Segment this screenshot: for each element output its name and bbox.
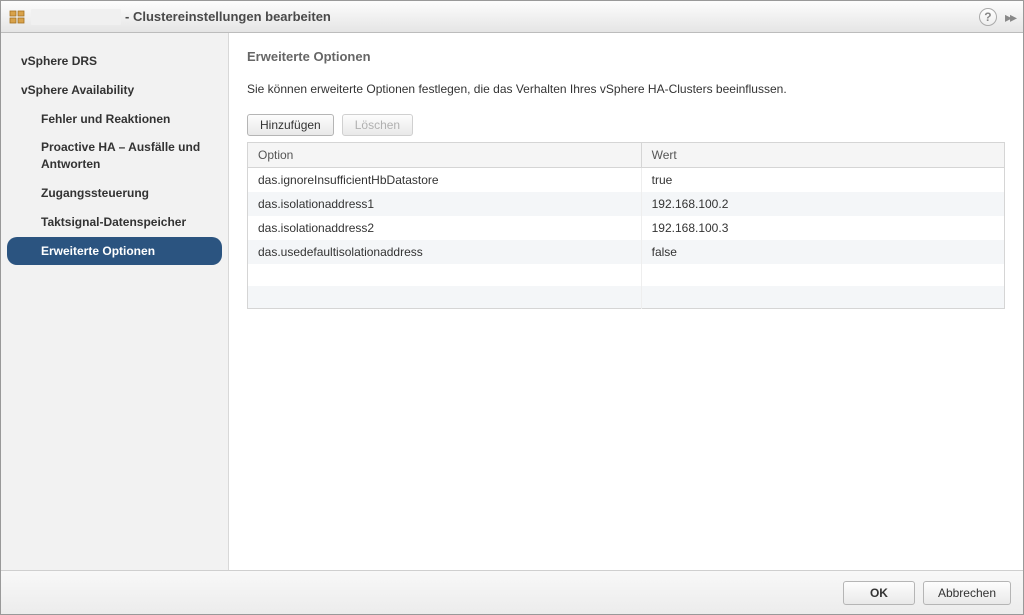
delete-button: Löschen — [342, 114, 413, 136]
dialog-footer: OK Abbrechen — [1, 570, 1023, 614]
ok-button[interactable]: OK — [843, 581, 915, 605]
titlebar: - Clustereinstellungen bearbeiten ? ▸▸ — [1, 1, 1023, 33]
titlebar-right-icons: ? ▸▸ — [979, 1, 1015, 33]
dialog-body: vSphere DRS vSphere Availability Fehler … — [1, 33, 1023, 570]
cancel-button[interactable]: Abbrechen — [923, 581, 1011, 605]
column-header-option[interactable]: Option — [248, 143, 642, 168]
table-row[interactable]: das.ignoreInsufficientHbDatastore true — [248, 168, 1005, 193]
content-heading: Erweiterte Optionen — [247, 49, 1005, 64]
cell-wert: 192.168.100.2 — [641, 192, 1004, 216]
sidebar-item-label: vSphere Availability — [21, 83, 134, 97]
cell-wert: false — [641, 240, 1004, 264]
add-button[interactable]: Hinzufügen — [247, 114, 334, 136]
options-table: Option Wert das.ignoreInsufficientHbData… — [247, 142, 1005, 309]
sidebar-item-advanced[interactable]: Erweiterte Optionen — [7, 237, 222, 266]
sidebar-item-heartbeat[interactable]: Taktsignal-Datenspeicher — [1, 208, 228, 237]
cluster-icon — [9, 9, 25, 25]
button-row: Hinzufügen Löschen — [247, 114, 1005, 136]
dialog: - Clustereinstellungen bearbeiten ? ▸▸ v… — [0, 0, 1024, 615]
help-icon[interactable]: ? — [979, 8, 997, 26]
cell-wert: 192.168.100.3 — [641, 216, 1004, 240]
sidebar-item-admission[interactable]: Zugangssteuerung — [1, 179, 228, 208]
sidebar-item-drs[interactable]: vSphere DRS — [1, 47, 228, 76]
cell-option: das.isolationaddress2 — [248, 216, 642, 240]
sidebar-item-label: vSphere DRS — [21, 54, 97, 68]
sidebar-item-failures[interactable]: Fehler und Reaktionen — [1, 105, 228, 134]
sidebar-item-proactive-ha[interactable]: Proactive HA – Ausfälle und Antworten — [1, 133, 228, 179]
expand-icon[interactable]: ▸▸ — [1005, 9, 1015, 26]
content-pane: Erweiterte Optionen Sie können erweitert… — [229, 33, 1023, 570]
cluster-name-redacted — [31, 9, 121, 25]
dialog-title: - Clustereinstellungen bearbeiten — [125, 9, 331, 24]
sidebar-item-label: Taktsignal-Datenspeicher — [41, 215, 186, 229]
table-row[interactable]: das.isolationaddress1 192.168.100.2 — [248, 192, 1005, 216]
cell-option: das.ignoreInsufficientHbDatastore — [248, 168, 642, 193]
sidebar-item-label: Fehler und Reaktionen — [41, 112, 170, 126]
cell-option: das.usedefaultisolationaddress — [248, 240, 642, 264]
content-description: Sie können erweiterte Optionen festlegen… — [247, 82, 1005, 96]
sidebar-item-label: Erweiterte Optionen — [41, 244, 155, 258]
table-row-empty — [248, 264, 1005, 286]
table-row[interactable]: das.usedefaultisolationaddress false — [248, 240, 1005, 264]
table-row[interactable]: das.isolationaddress2 192.168.100.3 — [248, 216, 1005, 240]
sidebar-item-label: Proactive HA – Ausfälle und Antworten — [41, 140, 200, 171]
sidebar-item-availability[interactable]: vSphere Availability — [1, 76, 228, 105]
table-row-empty — [248, 286, 1005, 308]
sidebar-item-label: Zugangssteuerung — [41, 186, 149, 200]
column-header-wert[interactable]: Wert — [641, 143, 1004, 168]
cell-wert: true — [641, 168, 1004, 193]
sidebar: vSphere DRS vSphere Availability Fehler … — [1, 33, 229, 570]
cell-option: das.isolationaddress1 — [248, 192, 642, 216]
